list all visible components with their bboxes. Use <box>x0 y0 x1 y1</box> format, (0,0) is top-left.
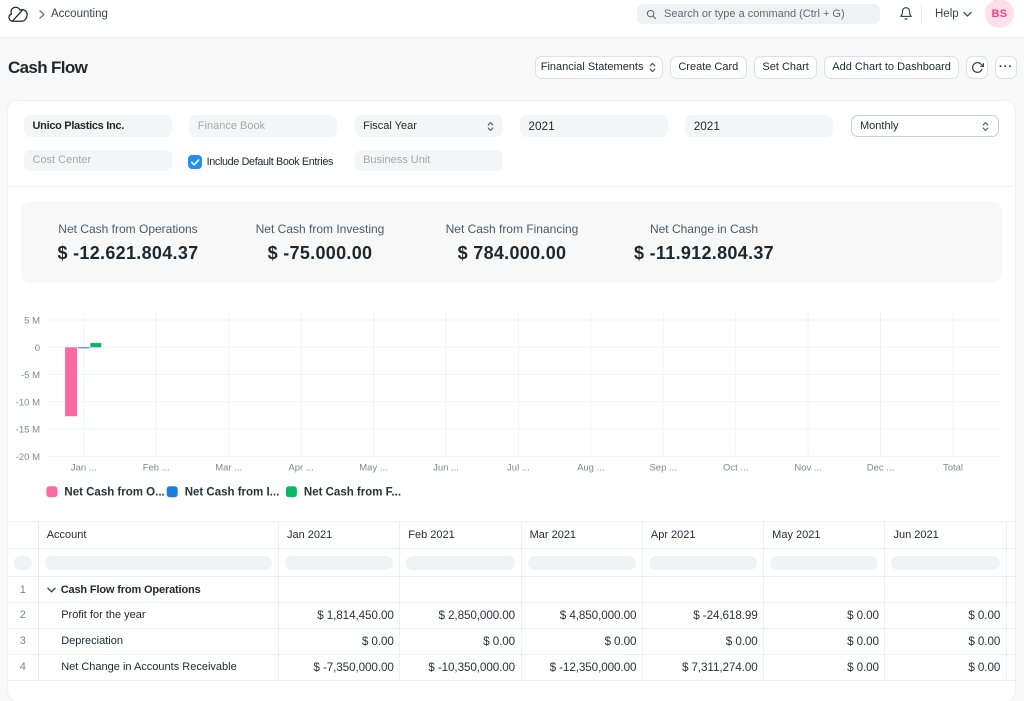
svg-text:-10 M: -10 M <box>16 397 40 408</box>
svg-text:Net Cash from F...: Net Cash from F... <box>304 487 401 499</box>
svg-text:Oct ...: Oct ... <box>723 463 748 474</box>
svg-text:-20 M: -20 M <box>16 452 40 463</box>
svg-text:Net Cash from I...: Net Cash from I... <box>185 487 280 499</box>
svg-text:Jun ...: Jun ... <box>433 463 459 474</box>
svg-text:Total: Total <box>943 463 963 474</box>
svg-text:5 M: 5 M <box>24 316 40 327</box>
svg-text:Apr ...: Apr ... <box>288 463 313 474</box>
svg-text:Mar ...: Mar ... <box>215 463 242 474</box>
svg-text:Nov ...: Nov ... <box>794 463 821 474</box>
svg-text:Jan ...: Jan ... <box>71 463 97 474</box>
svg-text:May ...: May ... <box>359 463 388 474</box>
svg-text:Feb ...: Feb ... <box>143 463 170 474</box>
svg-text:-5 M: -5 M <box>21 370 40 381</box>
svg-text:Sep ...: Sep ... <box>649 463 676 474</box>
svg-text:Net Cash from O...: Net Cash from O... <box>64 487 164 499</box>
svg-text:-15 M: -15 M <box>16 425 40 436</box>
svg-text:Jul ...: Jul ... <box>507 463 530 474</box>
svg-text:Dec ...: Dec ... <box>867 463 894 474</box>
svg-text:Aug ...: Aug ... <box>577 463 604 474</box>
svg-text:0: 0 <box>35 343 40 354</box>
